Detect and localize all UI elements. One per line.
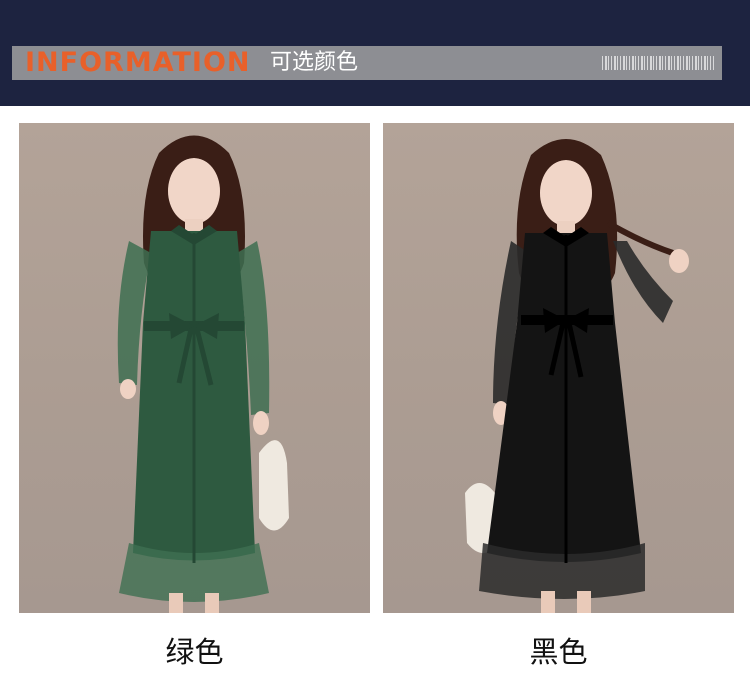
header-bar: INFORMATION 可选颜色: [12, 46, 722, 80]
header-title-en: INFORMATION: [25, 47, 251, 78]
barcode-decoration: [602, 56, 714, 70]
header-title-cn: 可选颜色: [270, 50, 359, 75]
color-label-black: 黑色: [529, 635, 588, 669]
model-illustration-black: [465, 139, 689, 613]
product-photo-green[interactable]: [19, 123, 370, 613]
info-header: INFORMATION 可选颜色: [0, 0, 750, 106]
product-photo-black[interactable]: [383, 123, 734, 613]
color-label-green: 绿色: [165, 635, 224, 669]
model-illustration-green: [117, 135, 289, 613]
